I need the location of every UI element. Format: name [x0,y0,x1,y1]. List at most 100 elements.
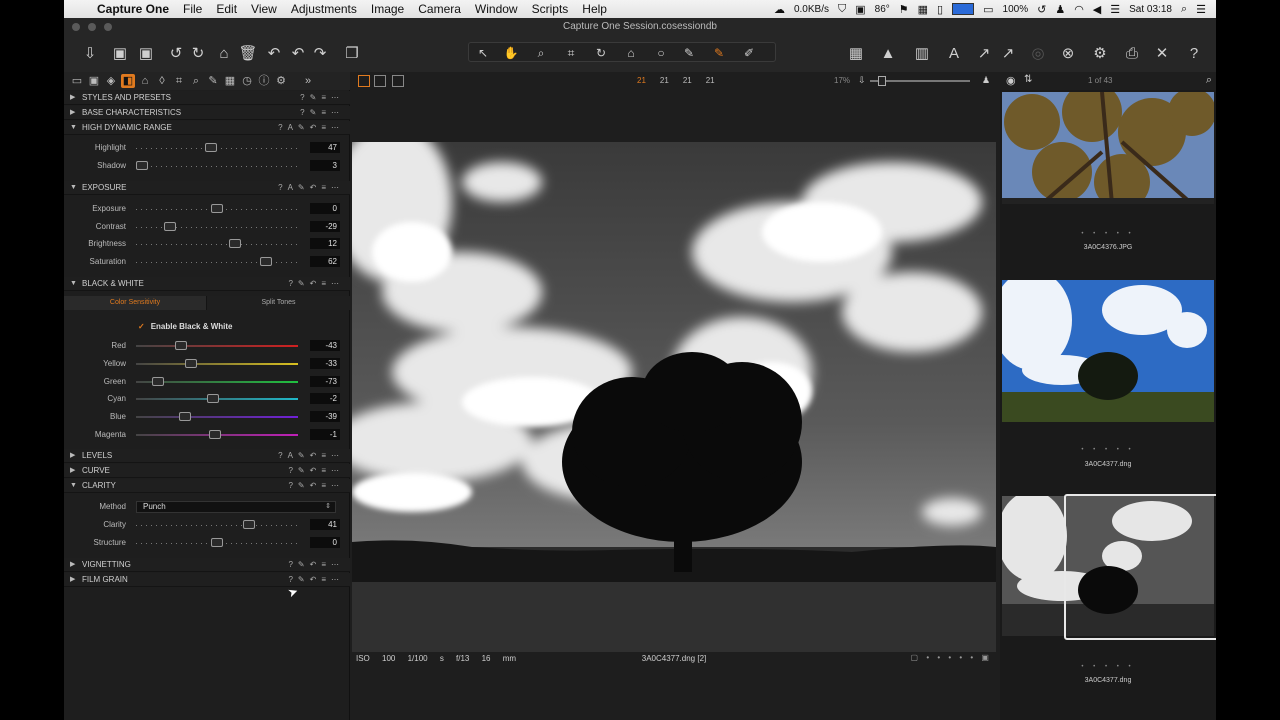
section-clarity[interactable]: ▼ CLARITY ?✎↶≡⋯ [64,479,350,493]
eye-icon[interactable]: ◉ [1006,74,1016,87]
rotate-right-icon[interactable]: ↻ [188,44,208,64]
section-header-icons[interactable]: ?A✎↶≡⋯ [278,449,344,463]
section-styles-presets[interactable]: ▶ STYLES AND PRESETS ?✎≡⋯ [64,91,350,105]
search-icon[interactable]: ⌕ [1181,3,1187,16]
count-tagged[interactable]: 21 [683,76,692,85]
section-header-icons[interactable]: ?✎↶≡⋯ [288,573,344,587]
slider-track[interactable] [136,525,298,526]
value-field[interactable]: -1 [310,429,340,440]
tabs-more-icon[interactable]: » [301,74,315,88]
menu-camera[interactable]: Camera [411,2,468,16]
slider-knob[interactable] [207,394,219,403]
local-adj-tab-icon[interactable]: ⌕ [189,74,203,88]
close-window-button[interactable] [72,23,80,31]
slider-knob[interactable] [229,239,241,248]
star-rating[interactable]: ▢ • • • • • ▣ [911,653,992,662]
zoom-window-button[interactable] [104,23,112,31]
grid-overlay-icon[interactable]: ▥ [912,44,932,64]
value-field[interactable]: -39 [310,411,340,422]
copy-apply-icon[interactable]: ❐ [342,44,362,64]
count-selected[interactable]: 21 [706,76,715,85]
process-icon[interactable]: ⌂ [214,44,234,64]
device-icon[interactable]: ▯ [937,3,943,16]
tools-icon[interactable]: ✕ [1152,44,1172,64]
slider-knob[interactable] [211,204,223,213]
shield-icon[interactable]: ⛉ [838,3,846,16]
slider-knob[interactable] [164,222,176,231]
trash-icon[interactable]: 🗑 [238,44,258,64]
print-icon[interactable]: ⎙ [1122,44,1142,64]
section-header-icons[interactable]: ?✎↶≡⋯ [288,479,344,493]
library-tab-icon[interactable]: ▭ [70,74,84,88]
value-field[interactable]: -33 [310,358,340,369]
thumbnail-1-rating[interactable]: • • • • • [1002,231,1214,241]
value-field[interactable]: -73 [310,376,340,387]
value-field[interactable]: 41 [310,519,340,530]
value-field[interactable]: 62 [310,256,340,267]
slider-knob[interactable] [136,161,148,170]
main-photo[interactable] [352,142,996,652]
section-black-white[interactable]: ▼ BLACK & WHITE ?✎↶≡⋯ [64,277,350,291]
enable-bw-checkbox[interactable]: ✓ Enable Black & White [138,322,233,331]
sort-icon[interactable]: ⇅ [1024,74,1032,85]
value-field[interactable]: -43 [310,340,340,351]
time-machine-icon[interactable]: ↺ [1037,3,1046,16]
menu-adjustments[interactable]: Adjustments [284,2,364,16]
exposure-tab-icon[interactable]: ◧ [121,74,135,88]
slider-knob[interactable] [152,377,164,386]
menu-scripts[interactable]: Scripts [525,2,576,16]
value-field[interactable]: -29 [310,221,340,232]
wifi-icon[interactable]: ◠ [1074,3,1084,16]
section-header-icons[interactable]: ?A✎↶≡⋯ [278,121,344,135]
slider-track[interactable] [136,166,298,167]
mask-brush-icon[interactable]: ✎ [709,43,729,63]
slider-track[interactable] [136,345,298,347]
menu-view[interactable]: View [244,2,284,16]
value-field[interactable]: -2 [310,393,340,404]
remove-icon[interactable]: ⊗ [1058,44,1078,64]
tab-color-sensitivity[interactable]: Color Sensitivity [64,296,207,310]
lens-tab-icon[interactable]: ⌂ [138,74,152,88]
color-tab-icon[interactable]: ◈ [104,74,118,88]
volume-icon[interactable]: ◀ [1093,3,1101,16]
slider-knob[interactable] [211,538,223,547]
slider-track[interactable] [136,244,298,245]
camera-icon[interactable]: ▣ [136,44,156,64]
rotate-left-icon[interactable]: ↺ [166,44,186,64]
batch-tab-icon[interactable]: ⚙ [274,74,288,88]
section-curve[interactable]: ▶ CURVE ?✎↶≡⋯ [64,464,350,478]
reset-icon[interactable]: ↶ [264,44,284,64]
value-field[interactable]: 0 [310,203,340,214]
slider-knob[interactable] [243,520,255,529]
rotate-tool-icon[interactable]: ↻ [591,43,611,63]
crop-tab-icon[interactable]: ⌗ [172,74,186,88]
info-tab-icon[interactable]: ⓘ [257,74,271,88]
exposure-warning-icon[interactable]: ▲ [878,44,898,64]
compare-view-icon[interactable] [392,75,404,87]
value-field[interactable]: 12 [310,238,340,249]
section-film-grain[interactable]: ▶ FILM GRAIN ?✎↶≡⋯ [64,573,350,587]
value-field[interactable]: 0 [310,537,340,548]
menu-help[interactable]: Help [575,2,614,16]
spot-icon[interactable]: ○ [651,43,671,63]
crop-icon[interactable]: ⌗ [561,43,581,63]
metadata-tab-icon[interactable]: ▦ [223,74,237,88]
composition-tab-icon[interactable]: ◊ [155,74,169,88]
minimize-window-button[interactable] [88,23,96,31]
section-header-icons[interactable]: ?A✎↶≡⋯ [278,181,344,195]
slider-knob[interactable] [179,412,191,421]
user-icon[interactable]: ♟ [1055,3,1065,16]
section-exposure[interactable]: ▼ EXPOSURE ?A✎↶≡⋯ [64,181,350,195]
flag-icon[interactable]: ⚑ [899,3,909,16]
cloud-icon[interactable]: ☁ [774,3,785,16]
section-header-icons[interactable]: ?✎≡⋯ [300,106,344,120]
person-icon[interactable]: ♟ [982,75,990,86]
section-header-icons[interactable]: ?✎≡⋯ [300,91,344,105]
section-header-icons[interactable]: ?✎↶≡⋯ [288,464,344,478]
slider-track[interactable] [136,148,298,149]
zoom-out-icon[interactable]: ⇩ [858,75,866,86]
zoom-slider-knob[interactable] [878,76,886,86]
section-hdr[interactable]: ▼ HIGH DYNAMIC RANGE ?A✎↶≡⋯ [64,121,350,135]
picker-icon[interactable]: ↗ [974,44,994,64]
menu-file[interactable]: File [176,2,209,16]
